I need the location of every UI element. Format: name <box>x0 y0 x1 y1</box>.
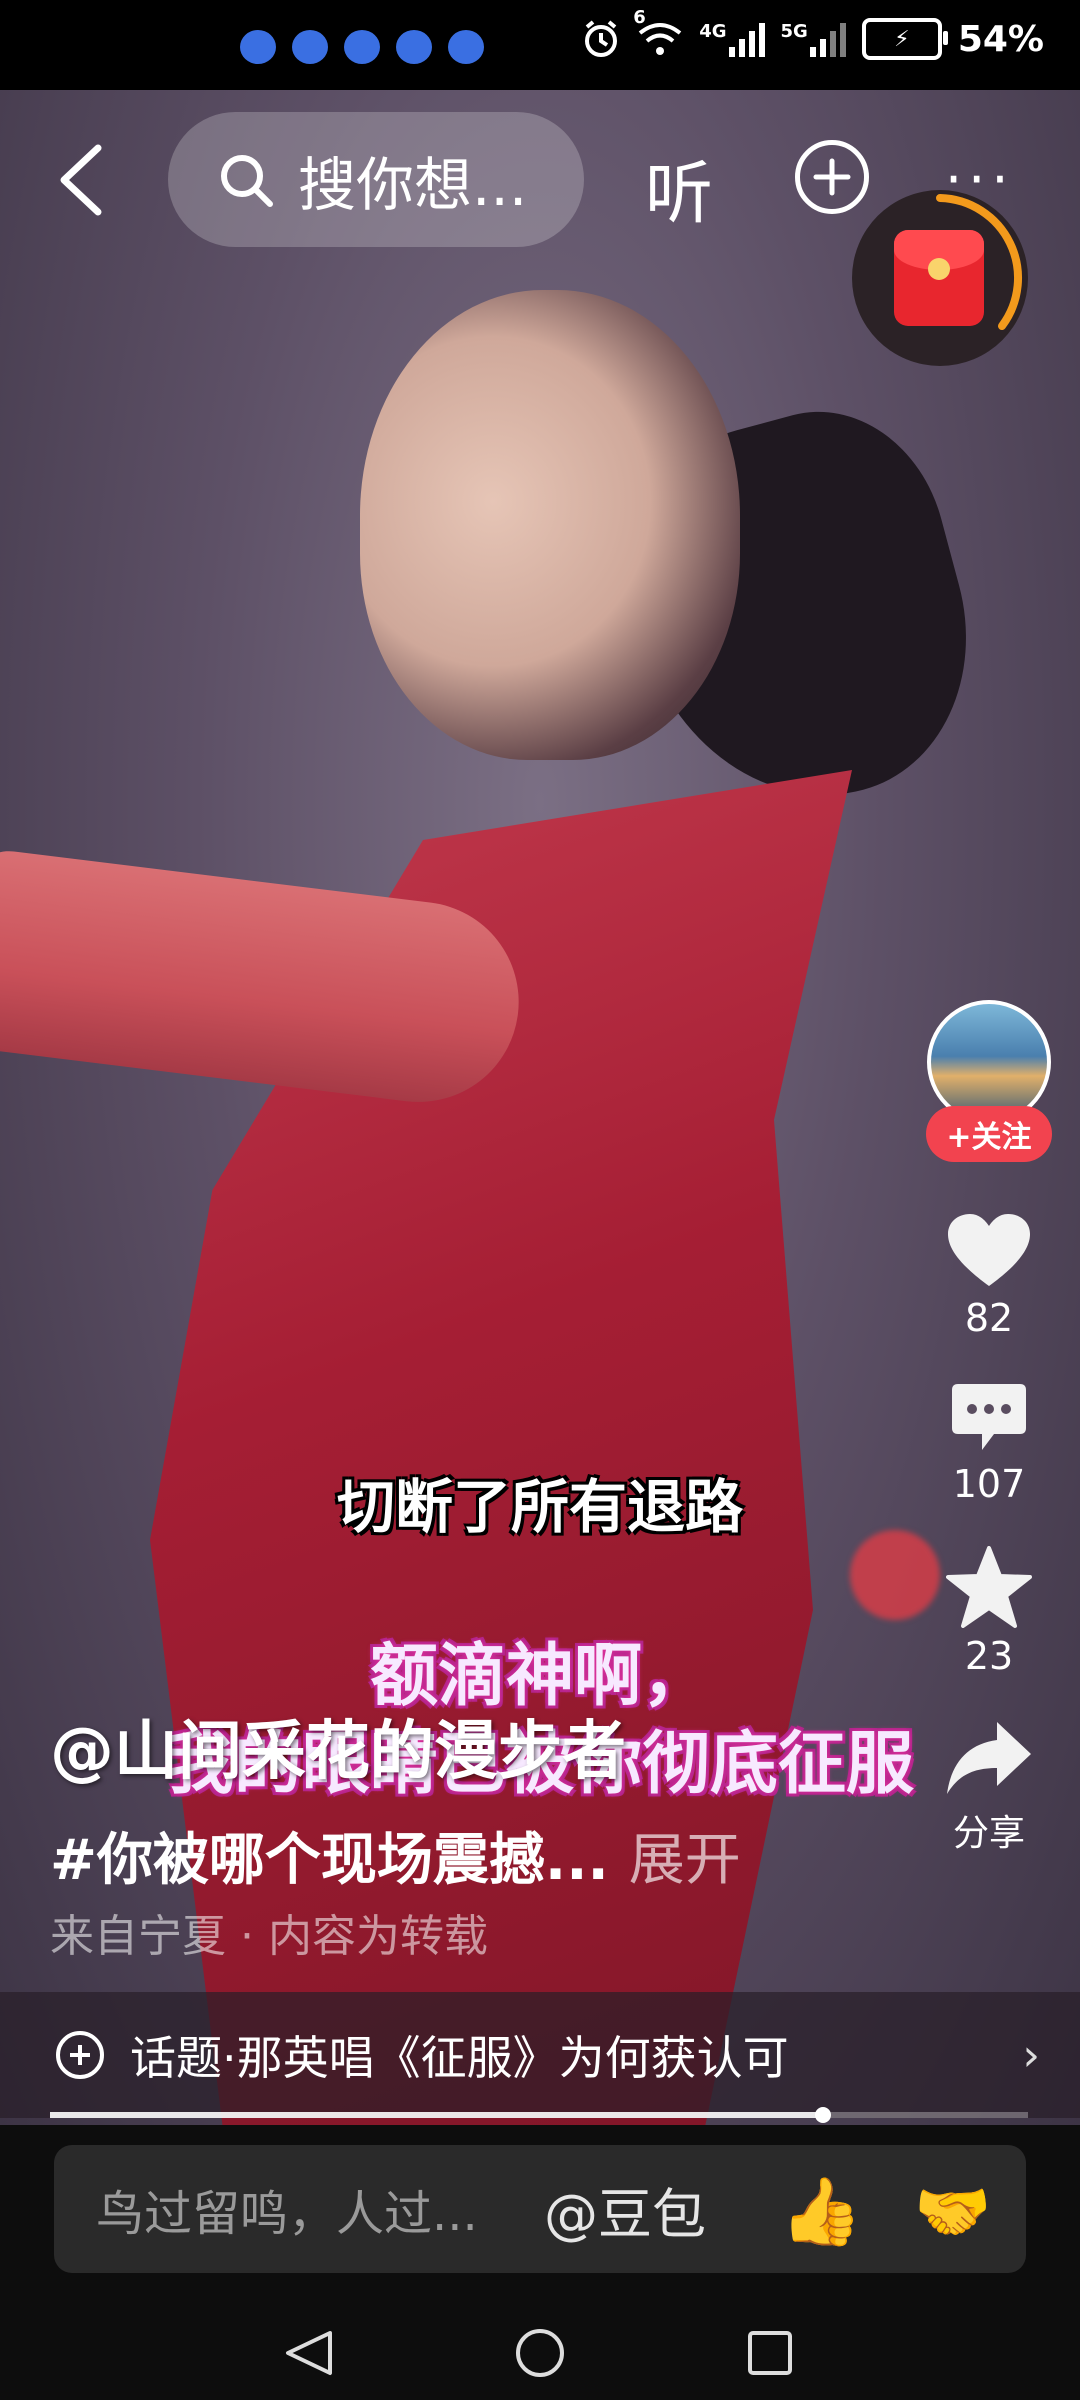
nav-back-icon[interactable] <box>286 2331 332 2375</box>
favorite-count: 23 <box>964 1634 1014 1678</box>
like-button[interactable]: 82 <box>946 1212 1032 1340</box>
topic-text: 话题·那英唱《征服》为何获认可 <box>130 2031 789 2085</box>
mention-doubao-button[interactable]: @豆包 <box>544 2170 706 2249</box>
app-notification-icon <box>240 30 276 64</box>
author-name[interactable]: @山间采花的漫步者 <box>50 1700 626 1792</box>
red-envelope-icon <box>894 230 984 326</box>
app-notification-icon <box>292 30 328 64</box>
network-type-label: 4G <box>699 21 727 42</box>
notification-icons <box>240 30 484 64</box>
video-progress-handle[interactable] <box>814 2107 831 2123</box>
favorite-button[interactable]: 23 <box>946 1546 1032 1678</box>
share-icon <box>947 1722 1031 1794</box>
nav-recents-icon[interactable] <box>748 2331 792 2375</box>
search-placeholder: 搜你想... <box>298 150 528 219</box>
app-notification-icon <box>344 30 380 64</box>
signal-strength-icon <box>728 21 765 57</box>
nav-home-icon[interactable] <box>516 2329 564 2377</box>
heart-icon <box>948 1214 1030 1286</box>
comment-button[interactable]: 107 <box>948 1380 1030 1506</box>
status-bar: 6 4G 5G ⚡ 54% <box>0 0 1080 90</box>
comment-count: 107 <box>952 1462 1026 1506</box>
app-notification-icon <box>448 30 484 64</box>
expand-link[interactable]: 展开 <box>629 1828 741 1893</box>
comment-input[interactable]: 鸟过留鸣，人过... @豆包 👍 🤝 <box>54 2145 1026 2273</box>
battery-icon: ⚡ <box>861 18 948 60</box>
hashtag-text[interactable]: #你被哪个现场震撼... <box>50 1828 609 1893</box>
comment-placeholder: 鸟过留鸣，人过... <box>96 2186 478 2242</box>
search-icon <box>221 154 273 207</box>
comment-icon <box>952 1384 1026 1450</box>
share-label: 分享 <box>952 1813 1025 1854</box>
network-type-label: 5G <box>780 21 808 42</box>
topic-plus-icon <box>56 2031 104 2079</box>
handshake-emoji-button[interactable]: 🤝 <box>914 2175 991 2249</box>
app-notification-icon <box>396 30 432 64</box>
like-count: 82 <box>964 1296 1014 1340</box>
back-arrow-icon[interactable] <box>50 140 110 220</box>
listen-button[interactable]: 听 <box>645 138 713 237</box>
bottom-area: 鸟过留鸣，人过... @豆包 👍 🤝 <box>0 2125 1080 2400</box>
share-button[interactable]: 分享 <box>945 1718 1033 1856</box>
thumbs-up-emoji-button[interactable]: 👍 <box>780 2173 862 2251</box>
signal-strength-icon <box>809 21 846 57</box>
chevron-right-icon: › <box>1022 2029 1040 2081</box>
video-subtitle: 切断了所有退路 <box>336 1473 743 1541</box>
video-progress-bar[interactable] <box>50 2107 1028 2123</box>
topic-bar[interactable]: 话题·那英唱《征服》为何获认可 › <box>0 1992 1080 2118</box>
video-frame-face <box>360 290 740 760</box>
follow-button[interactable]: +关注 <box>926 1106 1052 1162</box>
system-nav-bar <box>286 2329 792 2377</box>
video-progress-fill <box>50 2112 823 2118</box>
post-description[interactable]: #你被哪个现场震撼... 展开 <box>50 1815 741 1896</box>
battery-percent: 54% <box>957 18 1044 60</box>
action-column: +关注 82 107 23 分享 <box>924 1000 1054 1856</box>
star-icon <box>946 1546 1032 1628</box>
alarm-icon <box>585 20 618 57</box>
post-origin: 来自宁夏 · 内容为转载 <box>50 1911 488 1962</box>
red-packet-widget[interactable] <box>852 190 1028 366</box>
wifi-badge: 6 <box>633 7 646 28</box>
search-box[interactable]: 搜你想... <box>168 112 584 247</box>
